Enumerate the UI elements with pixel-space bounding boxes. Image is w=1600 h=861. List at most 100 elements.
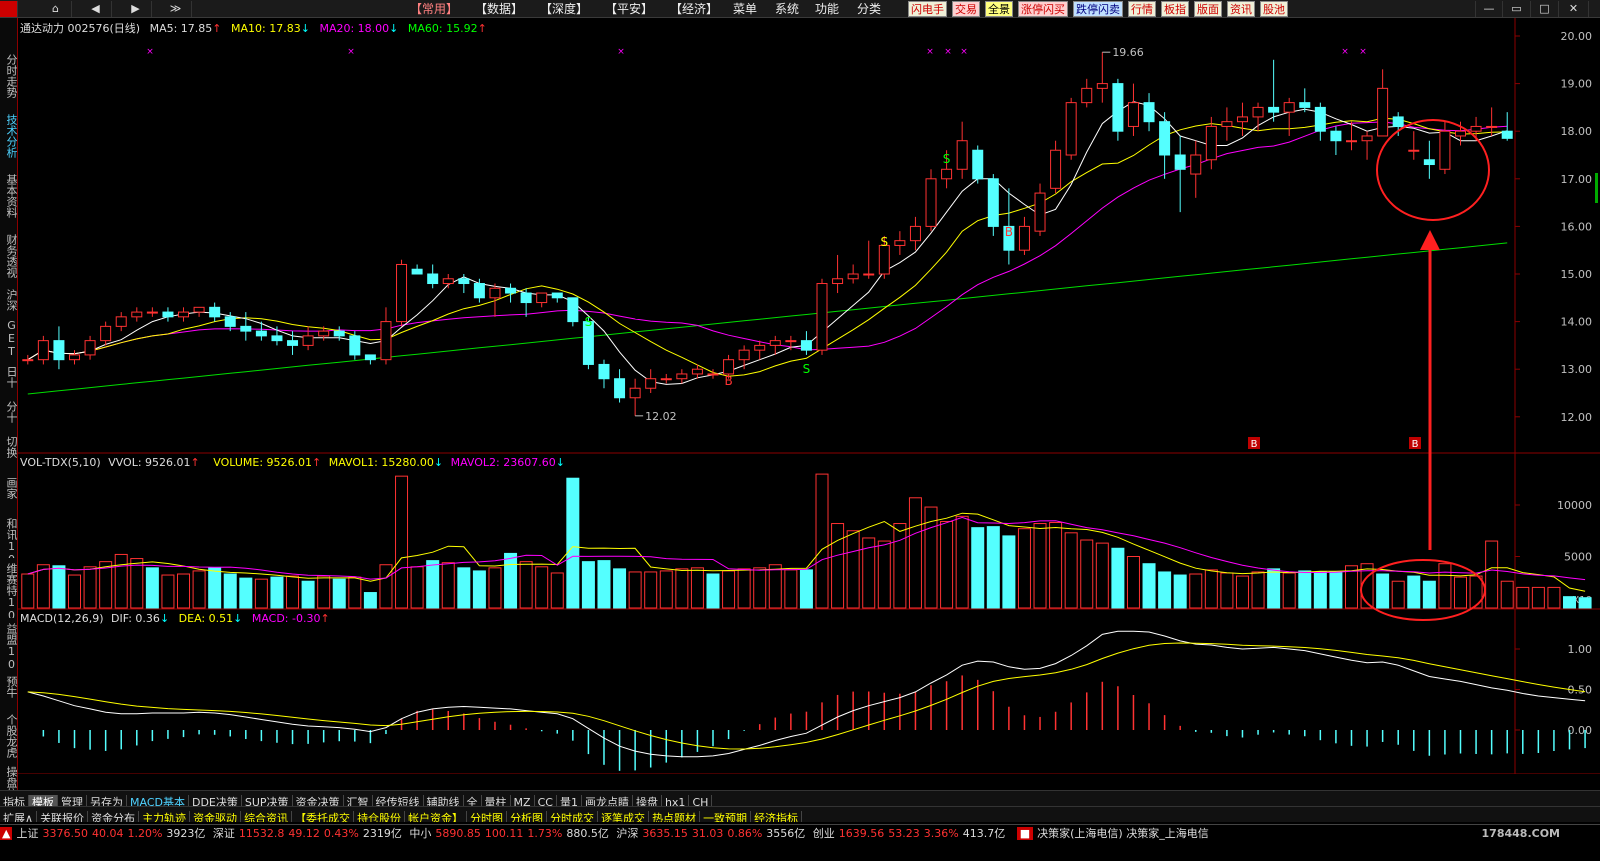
volume-bar [784,569,798,609]
menu-economy[interactable]: 【经济】 [670,0,718,18]
sz-amount: 2319亿 [362,827,402,840]
tab-related-quote[interactable]: 关联报价 [37,811,89,822]
tab-sup[interactable]: SUP决策 [242,795,293,806]
quick-trade[interactable]: 交易 [952,1,980,17]
tab-main-track[interactable]: 主力轨迹 [139,811,191,822]
tab-fund-distribution[interactable]: 资金分布 [88,811,140,822]
quick-stock-pool[interactable]: 股池 [1260,1,1288,17]
volume-bar [1064,532,1078,609]
candle-body [84,340,96,356]
side-tab-dragon-tiger[interactable]: 个股龙虎 [0,708,17,763]
quick-quote[interactable]: 行情 [1128,1,1156,17]
tab-time-trades[interactable]: 分时成交 [547,811,599,822]
tab-manage[interactable]: 管理 [58,795,87,806]
kline-chart[interactable]: 20.00 19.00 18.00 17.00 16.00 15.00 14.00 13.00… [18,18,1600,774]
side-tab-hushen[interactable]: 沪深 [0,286,17,314]
tab-indicator[interactable]: 指标 [0,795,29,806]
tab-positions[interactable]: 持仓股份 [354,811,406,822]
tab-econ-indicators[interactable]: 经济指标 [751,811,803,822]
candle-body [1283,102,1295,113]
candle-body [271,335,283,342]
tab-aux-line[interactable]: 辅助线 [424,795,464,806]
tab-fund-decision[interactable]: 资金决策 [293,795,344,806]
side-tab-huajia[interactable]: 画家 [0,468,17,508]
tab-timeshare-chart[interactable]: 分时图 [467,811,508,822]
mavol1-value: MAVOL1: 15280.00 [328,456,434,469]
side-tab-min10[interactable]: 分十 [0,398,17,426]
tab-all[interactable]: 全 [464,795,482,806]
tab-hot-topics[interactable]: 热点题材 [649,811,701,822]
tab-caopan[interactable]: 操盘 [633,795,662,806]
restore-icon[interactable]: ▭ [1503,1,1531,17]
tab-liang1[interactable]: 量1 [557,795,582,806]
candle-body [131,311,143,318]
volume-bar [737,568,751,609]
side-tab-get[interactable]: GET [0,318,17,358]
menu-caidan[interactable]: 菜单 [733,0,757,18]
broker-name[interactable]: 决策家(上海电信) 决策家_上海电信 [1037,827,1209,840]
quick-layout[interactable]: 版面 [1194,1,1222,17]
tab-huizhi[interactable]: 汇智 [344,795,373,806]
candle-body [1486,125,1498,128]
tab-dde[interactable]: DDE决策 [189,795,242,806]
side-tab-yimeng[interactable]: 益盟10 [0,623,17,668]
side-tab-yuniu[interactable]: 预牛 [0,673,17,701]
volume-bar [441,562,455,609]
tab-tick-trades[interactable]: 逐笔成交 [598,811,650,822]
tab-consensus[interactable]: 一致预期 [700,811,752,822]
close-icon[interactable]: ✕ [1559,1,1589,17]
right-scroll-marker[interactable] [1595,173,1598,203]
volume-bar [1391,580,1405,609]
menu-pingan[interactable]: 【平安】 [605,0,653,18]
forward-icon[interactable]: ▶ [120,1,152,17]
tab-save-as[interactable]: 另存为 [87,795,127,806]
menu-function[interactable]: 功能 [815,0,839,18]
side-tab-day10[interactable]: 日十 [0,363,17,391]
side-tab-finance[interactable]: 财务透视 [0,228,17,283]
menu-data[interactable]: 【数据】 [475,0,523,18]
quick-news[interactable]: 资讯 [1227,1,1255,17]
back-icon[interactable]: ◀ [80,1,112,17]
menu-depth[interactable]: 【深度】 [540,0,588,18]
tab-volume-bar[interactable]: 量柱 [482,795,511,806]
tab-account[interactable]: 帐户资金】 [405,811,468,822]
tab-news[interactable]: 综合资讯 [241,811,293,822]
side-tab-weisaite[interactable]: 维赛特10 [0,563,17,618]
side-tab-switch[interactable]: 切换 [0,433,17,461]
candle-body [1361,135,1373,142]
tab-ch[interactable]: CH [689,795,713,806]
tab-template[interactable]: 模板 [29,795,58,806]
volume-bar [145,567,159,609]
side-tab-timeshare[interactable]: 分时走势 [0,48,17,103]
menu-system[interactable]: 系统 [775,0,799,18]
tab-hualong[interactable]: 画龙点睛 [582,795,633,806]
volume-bar [1033,523,1047,609]
home-icon[interactable]: ⌂ [40,1,72,17]
quick-board-index[interactable]: 板指 [1161,1,1189,17]
tab-macd-basic[interactable]: MACD基本 [127,795,189,806]
candle-body [1034,192,1046,232]
tab-orders[interactable]: 【委托成交 [292,811,355,822]
tab-jingchuan[interactable]: 经传短线 [373,795,424,806]
tab-cc[interactable]: CC [535,795,557,806]
tab-fund-drive[interactable]: 资金驱动 [190,811,242,822]
maximize-icon[interactable]: □ [1531,1,1559,17]
dif-value: DIF: 0.36 [111,612,160,625]
tab-mz[interactable]: MZ [511,795,535,806]
more-icon[interactable]: ≫ [160,1,192,17]
side-tab-technical[interactable]: 技术分析 [0,108,17,163]
quick-limit-up-buy[interactable]: 涨停闪买 [1018,1,1068,17]
cy-label: 创业 [812,827,835,840]
tab-hx1[interactable]: hx1 [662,795,690,806]
tab-analysis-chart[interactable]: 分析图 [507,811,548,822]
minimize-icon[interactable]: — [1475,1,1503,17]
tab-expand[interactable]: 扩展∧ [0,811,38,822]
menu-category[interactable]: 分类 [857,0,881,18]
side-tab-hexun[interactable]: 和讯10 [0,518,17,558]
quick-limit-down-sell[interactable]: 跌停闪卖 [1073,1,1123,17]
quick-flash-trade[interactable]: 闪电手 [908,1,947,17]
volume-tick-label: 10000 [1557,499,1592,512]
side-tab-basic-info[interactable]: 基本资料 [0,168,17,223]
menu-changyong[interactable]: 【常用】 [410,0,458,18]
quick-panorama[interactable]: 全景 [985,1,1013,17]
